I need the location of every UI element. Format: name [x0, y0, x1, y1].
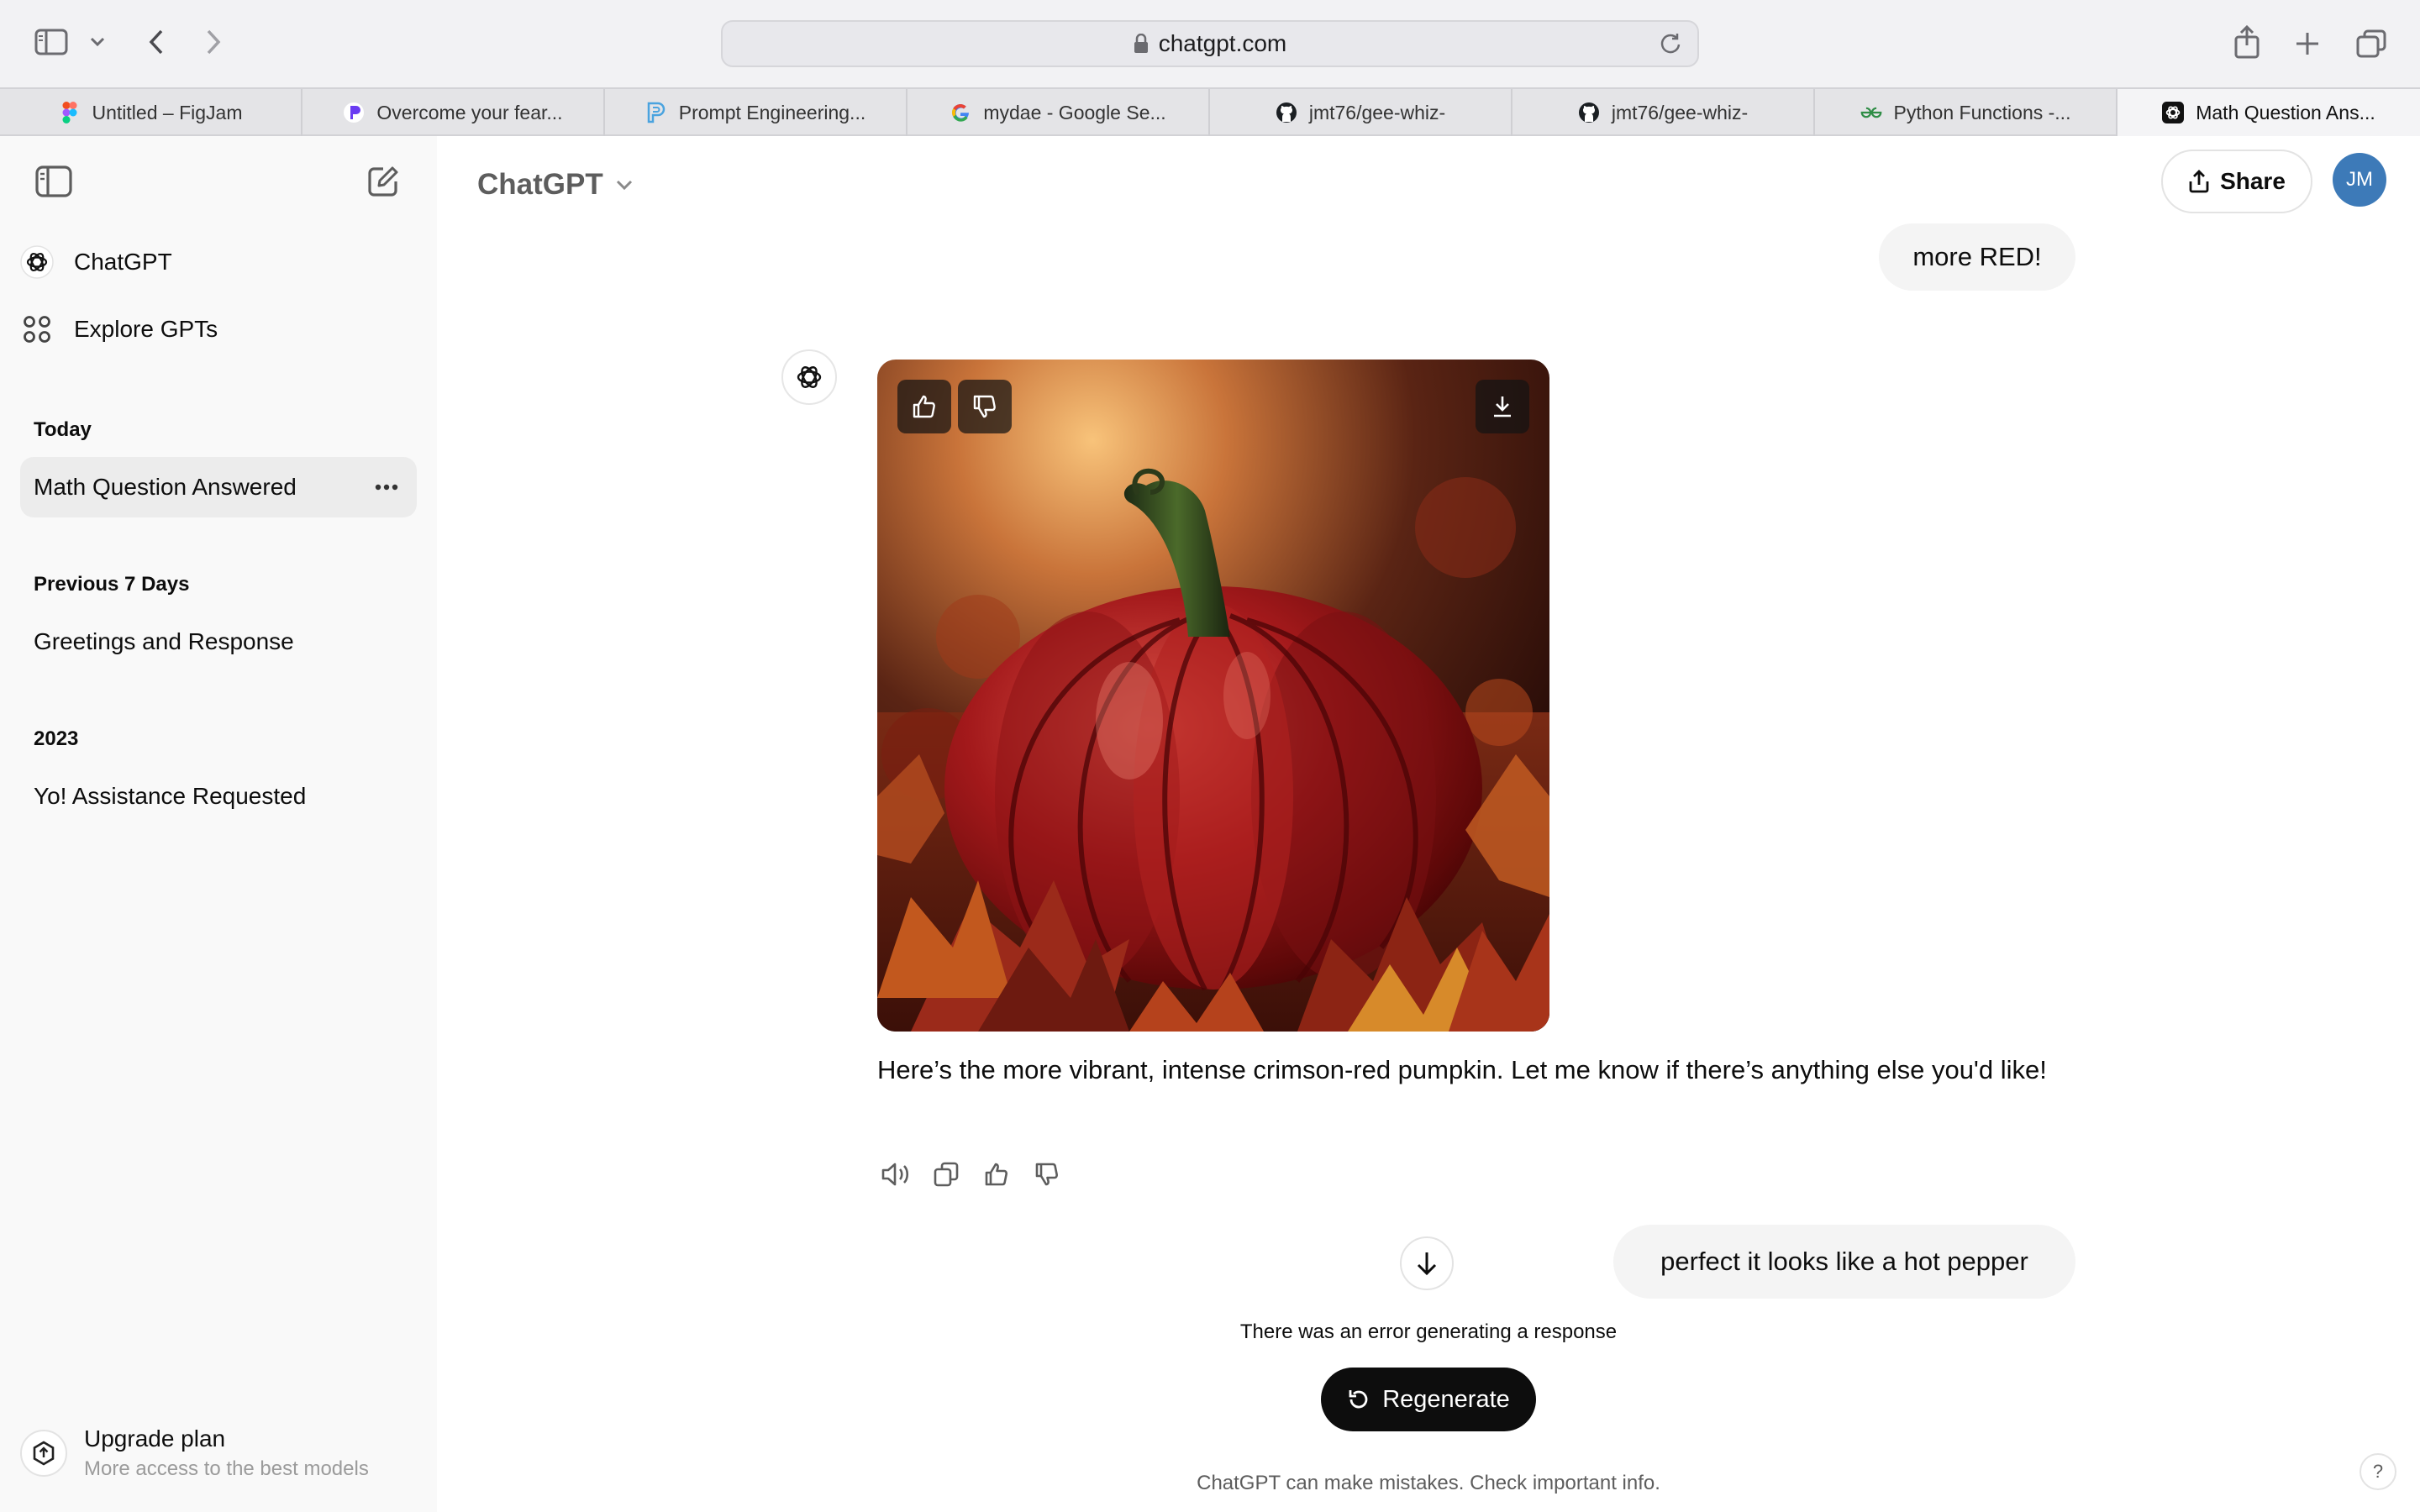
message-text: perfect it looks like a hot pepper [1660, 1247, 2028, 1276]
generated-image[interactable] [877, 360, 1549, 1032]
help-button[interactable]: ? [2360, 1453, 2396, 1490]
regenerate-label: Regenerate [1382, 1385, 1510, 1413]
sidebar-item-explore-gpts[interactable]: Explore GPTs [20, 299, 218, 360]
section-heading-previous-7-days: Previous 7 Days [34, 573, 190, 596]
tab-github-2[interactable]: jmt76/gee-whiz- [1512, 89, 1815, 136]
image-like-button[interactable] [897, 380, 951, 433]
tab-python-functions[interactable]: Python Functions -... [1815, 89, 2118, 136]
share-icon [2189, 170, 2209, 193]
chat-main: ChatGPT Share JM more RED! Here’s the mo… [437, 136, 2420, 1512]
more-options-icon[interactable] [371, 472, 402, 502]
openai-icon [20, 245, 54, 279]
tab-overview-icon[interactable] [2353, 25, 2390, 62]
perplexity-icon [343, 102, 365, 123]
chat-history-item[interactable]: Greetings and Response [20, 612, 417, 672]
assistant-avatar [781, 349, 837, 405]
new-tab-icon[interactable] [2289, 25, 2326, 62]
sidebar: ChatGPT Explore GPTs Today Math Question… [0, 136, 437, 1512]
message-text: more RED! [1912, 242, 2042, 271]
address-bar[interactable]: chatgpt.com [721, 20, 1699, 67]
new-chat-button[interactable] [360, 158, 407, 205]
sidebar-toggle-icon[interactable] [32, 25, 71, 59]
user-message: perfect it looks like a hot pepper [1613, 1225, 2075, 1299]
upgrade-plan-button[interactable]: Upgrade plan More access to the best mod… [20, 1413, 417, 1494]
github-icon [1578, 102, 1600, 123]
chevron-down-icon [615, 179, 634, 191]
avatar[interactable]: JM [2333, 153, 2386, 207]
github-icon [1276, 102, 1297, 123]
grid-icon [20, 312, 54, 346]
share-button[interactable]: Share [2161, 150, 2312, 213]
share-label: Share [2220, 168, 2286, 194]
thumbs-down-icon [973, 395, 996, 418]
upgrade-subtitle: More access to the best models [84, 1457, 369, 1480]
browser-toolbar: chatgpt.com [0, 0, 2420, 87]
upgrade-icon [20, 1430, 67, 1477]
tab-title: Prompt Engineering... [678, 101, 866, 123]
sidebar-item-label: ChatGPT [74, 249, 172, 275]
tab-title: Untitled – FigJam [92, 101, 243, 123]
red-pumpkin-image [877, 360, 1549, 1032]
tab-prompt-engineering[interactable]: Prompt Engineering... [605, 89, 908, 136]
scroll-to-bottom-button[interactable] [1400, 1236, 1454, 1290]
tab-github-1[interactable]: jmt76/gee-whiz- [1210, 89, 1512, 136]
assistant-message: Here’s the more vibrant, intense crimson… [877, 1055, 2047, 1084]
chat-title: Greetings and Response [34, 628, 294, 654]
tab-math-question[interactable]: Math Question Ans... [2118, 89, 2420, 136]
thumbs-down-icon[interactable] [1028, 1156, 1065, 1193]
figma-icon [59, 102, 81, 123]
chat-history-item[interactable]: Yo! Assistance Requested [20, 766, 417, 827]
prompt-icon [645, 102, 667, 123]
back-icon[interactable] [141, 25, 171, 59]
forward-icon[interactable] [198, 25, 229, 59]
arrow-down-icon [1417, 1252, 1437, 1276]
chevron-down-icon[interactable] [87, 30, 108, 54]
tab-overcome[interactable]: Overcome your fear... [302, 89, 605, 136]
section-heading-2023: 2023 [34, 727, 79, 750]
chat-title: Yo! Assistance Requested [34, 783, 307, 809]
image-download-button[interactable] [1476, 380, 1529, 433]
tab-title: Math Question Ans... [2196, 101, 2375, 123]
tab-title: jmt76/gee-whiz- [1611, 101, 1749, 123]
openai-icon [797, 366, 822, 388]
tab-google-search[interactable]: mydae - Google Se... [908, 89, 1210, 136]
openai-icon [2162, 102, 2185, 123]
section-heading-today: Today [34, 418, 92, 441]
tab-title: jmt76/gee-whiz- [1308, 101, 1446, 123]
google-icon [950, 102, 971, 123]
sidebar-item-chatgpt[interactable]: ChatGPT [20, 232, 172, 292]
refresh-icon [1349, 1390, 1368, 1409]
share-page-icon[interactable] [2228, 22, 2265, 62]
sidebar-item-label: Explore GPTs [74, 316, 218, 342]
thumbs-up-icon[interactable] [978, 1156, 1015, 1193]
message-actions [877, 1156, 1079, 1193]
url-text: chatgpt.com [1158, 30, 1287, 56]
thumbs-up-icon [913, 395, 935, 418]
image-dislike-button[interactable] [958, 380, 1012, 433]
download-icon [1494, 396, 1511, 417]
geeksforgeeks-icon [1860, 102, 1882, 123]
close-sidebar-button[interactable] [30, 158, 77, 205]
tab-figjam[interactable]: Untitled – FigJam [0, 89, 302, 136]
tab-title: mydae - Google Se... [983, 101, 1166, 123]
upgrade-title: Upgrade plan [84, 1425, 226, 1452]
read-aloud-icon[interactable] [877, 1156, 914, 1193]
chat-history-item[interactable]: Math Question Answered [20, 457, 417, 517]
error-message: There was an error generating a response [1239, 1320, 1618, 1343]
tab-title: Python Functions -... [1893, 101, 2071, 123]
model-name: ChatGPT [477, 168, 603, 201]
lock-icon [1134, 34, 1149, 54]
regenerate-button[interactable]: Regenerate [1321, 1368, 1536, 1431]
user-message: more RED! [1879, 223, 2075, 291]
disclaimer: ChatGPT can make mistakes. Check importa… [1197, 1472, 1660, 1494]
model-selector[interactable]: ChatGPT [477, 161, 634, 208]
tab-bar: Untitled – FigJam Overcome your fear... … [0, 87, 2420, 136]
copy-icon[interactable] [928, 1156, 965, 1193]
reload-icon[interactable] [1659, 32, 1682, 55]
chat-title: Math Question Answered [34, 474, 297, 500]
tab-title: Overcome your fear... [376, 101, 563, 123]
